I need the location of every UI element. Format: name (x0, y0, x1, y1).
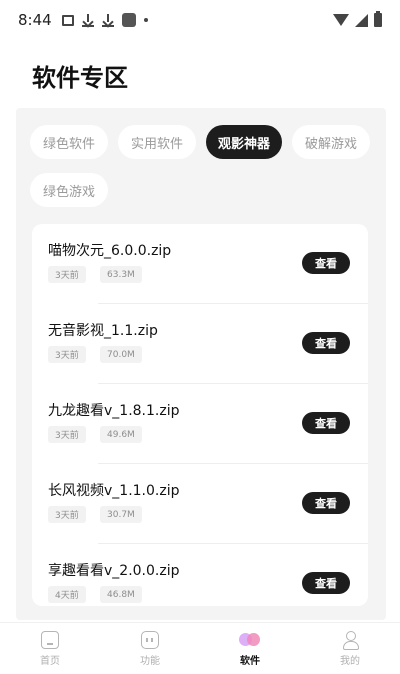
category-chip-utility-software[interactable]: 实用软件 (118, 125, 196, 159)
more-notifications-dot-icon (143, 18, 148, 22)
status-bar: 8:44 (0, 0, 400, 40)
upload-age-tag: 3天前 (48, 266, 86, 283)
file-size-tag: 30.7M (100, 506, 142, 523)
status-time: 8:44 (18, 11, 52, 29)
function-icon (141, 630, 159, 649)
file-size-tag: 46.8M (100, 586, 142, 603)
battery-icon (374, 11, 382, 27)
view-button[interactable]: 查看 (302, 252, 350, 274)
nav-item-function[interactable]: 功能 (100, 623, 200, 674)
category-chip-green-software[interactable]: 绿色软件 (30, 125, 108, 159)
software-icon (239, 631, 261, 649)
list-item[interactable]: 喵物次元_6.0.0.zip 3天前 63.3M 查看 (32, 224, 368, 304)
nav-label: 首页 (40, 655, 60, 667)
file-size-tag: 49.6M (100, 426, 142, 443)
notification-icons (61, 13, 148, 27)
view-button[interactable]: 查看 (302, 412, 350, 434)
file-size-tag: 70.0M (100, 346, 142, 363)
list-item[interactable]: 无音影视_1.1.zip 3天前 70.0M 查看 (32, 304, 368, 384)
category-chip-cracked-games[interactable]: 破解游戏 (292, 125, 370, 159)
category-chip-video-apps[interactable]: 观影神器 (206, 125, 282, 159)
file-name: 无音影视_1.1.zip (48, 323, 158, 339)
nav-item-profile[interactable]: 我的 (300, 623, 400, 674)
nav-item-software[interactable]: 软件 (200, 623, 300, 674)
list-item[interactable]: 九龙趣看v_1.8.1.zip 3天前 49.6M 查看 (32, 384, 368, 464)
upload-age-tag: 3天前 (48, 426, 86, 443)
upload-age-tag: 4天前 (48, 586, 86, 603)
file-name: 九龙趣看v_1.8.1.zip (48, 403, 180, 419)
app-notification-icon (121, 13, 136, 27)
file-size-tag: 63.3M (100, 266, 142, 283)
image-notification-icon (61, 14, 74, 26)
view-button[interactable]: 查看 (302, 492, 350, 514)
list-item[interactable]: 享趣看看v_2.0.0.zip 4天前 46.8M 查看 (32, 544, 368, 606)
nav-label: 功能 (140, 655, 160, 667)
nav-label: 我的 (340, 655, 360, 667)
category-chip-green-games[interactable]: 绿色游戏 (30, 173, 108, 207)
view-button[interactable]: 查看 (302, 332, 350, 354)
list-item[interactable]: 长风视频v_1.1.0.zip 3天前 30.7M 查看 (32, 464, 368, 544)
nav-item-home[interactable]: 首页 (0, 623, 100, 674)
page-title: 软件专区 (32, 64, 128, 92)
file-name: 享趣看看v_2.0.0.zip (48, 563, 180, 579)
file-name: 喵物次元_6.0.0.zip (48, 243, 172, 259)
download-icon (101, 13, 114, 27)
download-icon (81, 13, 94, 27)
profile-icon (342, 630, 359, 650)
view-button[interactable]: 查看 (302, 572, 350, 594)
home-icon (41, 630, 59, 649)
upload-age-tag: 3天前 (48, 506, 86, 523)
nav-label: 软件 (240, 655, 260, 667)
wifi-icon (333, 14, 349, 26)
upload-age-tag: 3天前 (48, 346, 86, 363)
file-name: 长风视频v_1.1.0.zip (48, 483, 180, 499)
file-list: 喵物次元_6.0.0.zip 3天前 63.3M 查看 无音影视_1.1.zip… (32, 224, 368, 606)
bottom-nav: 首页 功能 软件 我的 (0, 622, 400, 674)
system-icons (333, 11, 382, 27)
signal-icon (355, 13, 368, 27)
